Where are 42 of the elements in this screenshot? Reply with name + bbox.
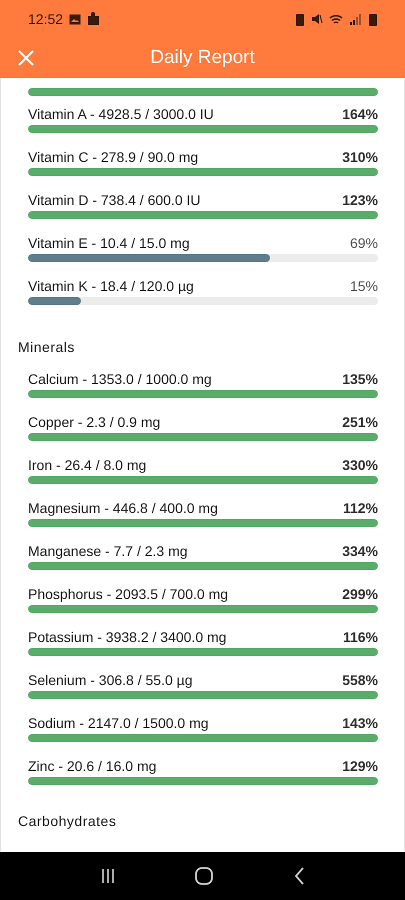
percent-value: 116% [342, 629, 378, 645]
recent-apps-button[interactable] [100, 868, 116, 884]
signal-icon [349, 13, 363, 25]
percent-value: 69% [350, 235, 378, 251]
nutrient-label: Vitamin C - 278.9 / 90.0 mg [28, 149, 198, 165]
nutrient-label: Calcium - 1353.0 / 1000.0 mg [28, 371, 212, 387]
percent-value: 135% [342, 371, 378, 387]
percent-value: 164% [342, 106, 378, 122]
nutrient-label: Vitamin K - 18.4 / 120.0 µg [28, 278, 194, 294]
nutrient-label: Manganese - 7.7 / 2.3 mg [28, 543, 188, 559]
nutrient-label: Sodium - 2147.0 / 1500.0 mg [28, 715, 209, 731]
percent-value: 123% [342, 192, 378, 208]
nutrient-label: Iron - 26.4 / 8.0 mg [28, 457, 146, 473]
screen-title: Daily Report [150, 47, 255, 68]
percent-value: 299% [342, 586, 378, 602]
nutrient-label: Phosphorus - 2093.5 / 700.0 mg [28, 586, 228, 602]
nutrient-label: Vitamin D - 738.4 / 600.0 IU [28, 192, 200, 208]
nutrient-label: Zinc - 20.6 / 16.0 mg [28, 758, 156, 774]
home-button[interactable] [195, 867, 214, 885]
nutrient-label: Copper - 2.3 / 0.9 mg [28, 414, 160, 430]
percent-value: 310% [342, 149, 378, 165]
nutrient-label: Selenium - 306.8 / 55.0 µg [28, 672, 192, 688]
percent-value: 15% [350, 278, 378, 294]
percent-value: 558% [342, 672, 378, 688]
nutrient-label: Magnesium - 446.8 / 400.0 mg [28, 500, 218, 516]
percent-value: 334% [342, 543, 378, 559]
wifi-icon [329, 14, 343, 24]
nutrient-label: Vitamin A - 4928.5 / 3000.0 IU [28, 106, 214, 122]
nutrient-label: Vitamin E - 10.4 / 15.0 mg [28, 235, 190, 251]
section-heading: Minerals [18, 339, 75, 355]
image-icon [69, 14, 82, 24]
status-time: 12:52 [28, 11, 64, 27]
percent-value: 251% [342, 414, 378, 430]
percent-value: 330% [342, 457, 378, 473]
back-button[interactable] [293, 867, 306, 885]
battery-icon [369, 12, 377, 26]
mute-icon [311, 13, 323, 25]
nutrient-label: Potassium - 3938.2 / 3400.0 mg [28, 629, 226, 645]
percent-value: 143% [342, 715, 378, 731]
percent-value: 112% [342, 500, 378, 516]
section-heading: Carbohydrates [18, 813, 116, 829]
percent-value: 129% [342, 758, 378, 774]
